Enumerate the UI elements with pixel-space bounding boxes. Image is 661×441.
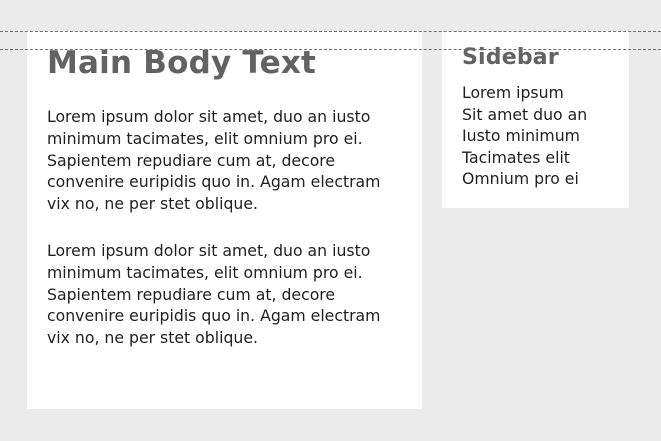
sidebar-line-2: Sit amet duo an xyxy=(462,104,588,124)
sidebar-line-1: Lorem ipsum xyxy=(462,83,564,102)
main-title: Main Body Text xyxy=(47,45,317,81)
main-paragraph-2: Lorem ipsum dolor sit amet, duo an iusto… xyxy=(47,240,381,348)
sidebar-line-3: Iusto minimum xyxy=(462,126,580,146)
main-content-card: Main Body Text Lorem ipsum dolor sit ame… xyxy=(27,31,422,409)
sidebar-text-block: Lorem ipsum Sit amet duo an Iusto minimu… xyxy=(462,82,609,190)
sidebar-line-4: Tacimates elit xyxy=(462,147,570,167)
sidebar-card: Sidebar Lorem ipsum Sit amet duo an Iust… xyxy=(442,31,629,208)
sidebar-line-5: Omnium pro ei xyxy=(462,169,579,189)
main-paragraph-1: Lorem ipsum dolor sit amet, duo an iusto… xyxy=(47,107,381,214)
sidebar-title: Sidebar xyxy=(462,45,559,70)
